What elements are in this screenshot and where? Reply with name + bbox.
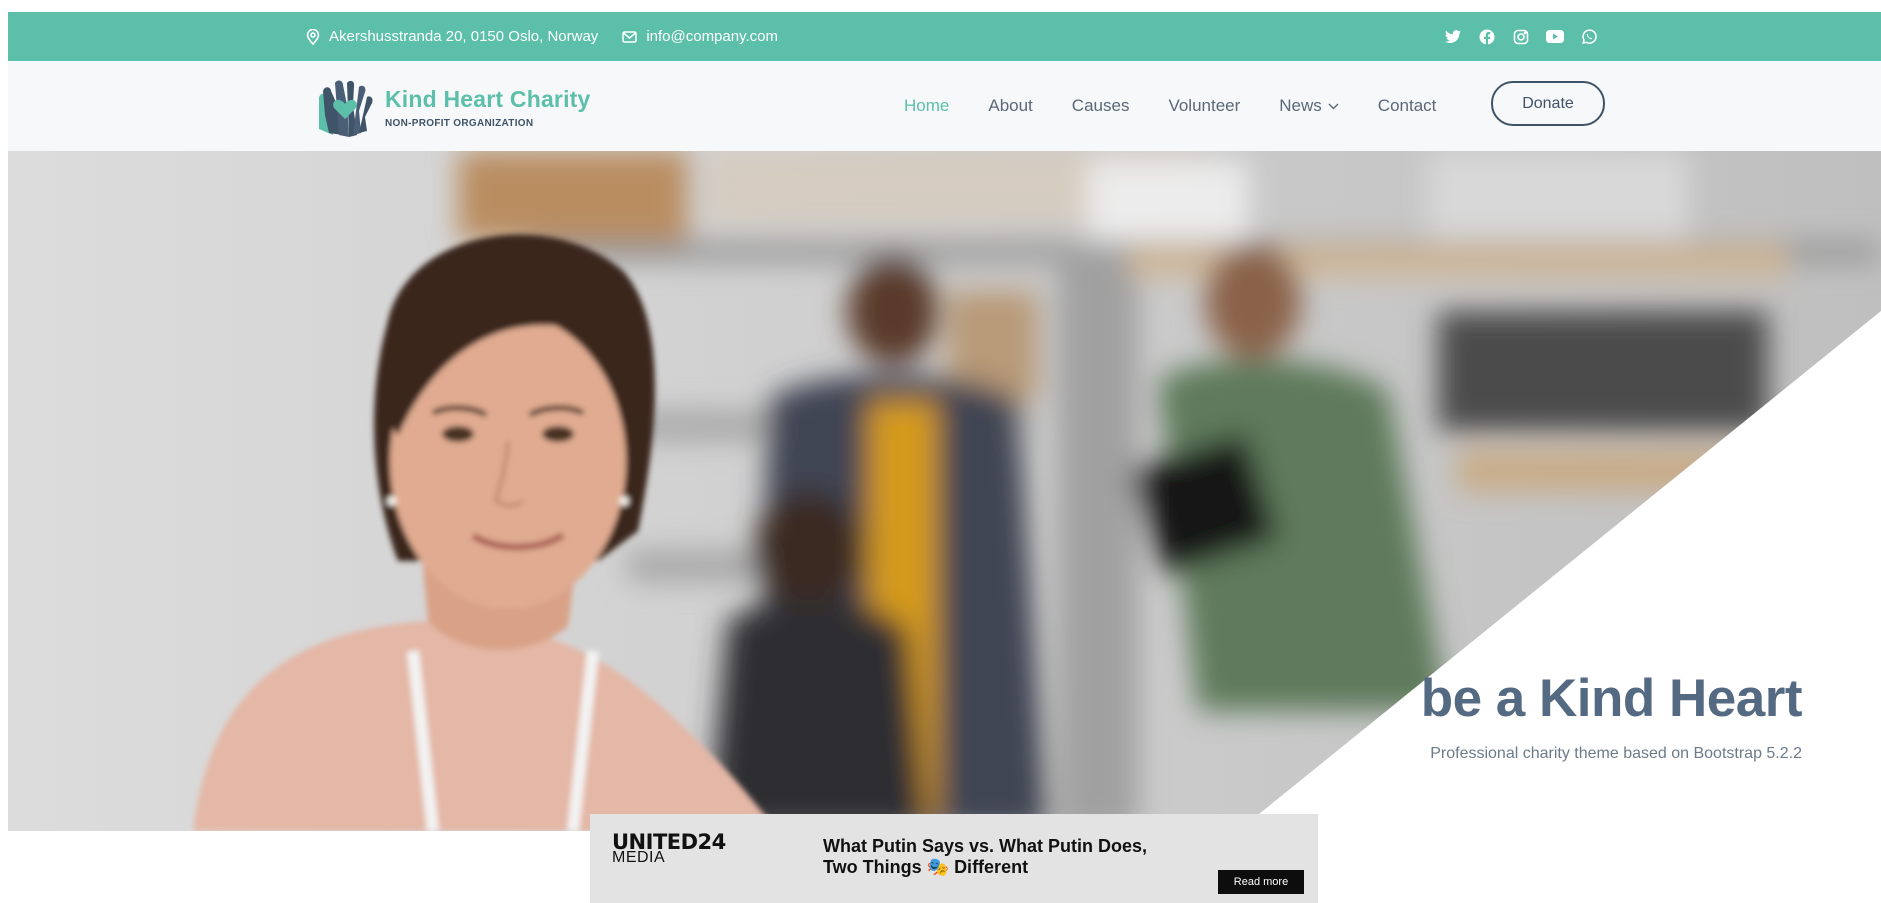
facebook-icon[interactable] bbox=[1470, 29, 1504, 45]
social-links bbox=[1436, 12, 1606, 61]
twitter-icon[interactable] bbox=[1436, 29, 1470, 44]
hero-background-image bbox=[8, 151, 1881, 831]
donate-button[interactable]: Donate bbox=[1491, 81, 1605, 126]
nav-item-home[interactable]: Home bbox=[904, 96, 949, 116]
nav-item-causes[interactable]: Causes bbox=[1072, 96, 1130, 116]
contact-info: Akershusstranda 20, 0150 Oslo, Norway in… bbox=[306, 12, 802, 61]
nav-item-about[interactable]: About bbox=[988, 96, 1032, 116]
nav-item-contact[interactable]: Contact bbox=[1378, 96, 1437, 116]
hero-tagline: Professional charity theme based on Boot… bbox=[1430, 745, 1802, 762]
ad-brand-media: MEDIA bbox=[612, 849, 666, 866]
instagram-icon[interactable] bbox=[1504, 29, 1538, 45]
main-navbar: Kind Heart Charity NON-PROFIT ORGANIZATI… bbox=[8, 61, 1881, 151]
nav-item-news[interactable]: News bbox=[1279, 96, 1339, 116]
ad-headline[interactable]: What Putin Says vs. What Putin Does, Two… bbox=[823, 836, 1183, 878]
brand-logo-link[interactable]: Kind Heart Charity NON-PROFIT ORGANIZATI… bbox=[313, 75, 591, 139]
address-text: Akershusstranda 20, 0150 Oslo, Norway bbox=[329, 28, 599, 45]
nav-item-volunteer[interactable]: Volunteer bbox=[1168, 96, 1240, 116]
nav-item-news-label: News bbox=[1279, 96, 1322, 115]
youtube-icon[interactable] bbox=[1538, 30, 1572, 43]
map-pin-icon bbox=[306, 28, 320, 45]
whatsapp-icon[interactable] bbox=[1572, 28, 1606, 45]
address-item: Akershusstranda 20, 0150 Oslo, Norway bbox=[306, 28, 598, 45]
brand-title: Kind Heart Charity bbox=[385, 85, 591, 112]
ad-banner[interactable]: UNITED24 MEDIA What Putin Says vs. What … bbox=[590, 814, 1318, 903]
hands-heart-logo-icon bbox=[319, 80, 373, 137]
read-more-button[interactable]: Read more bbox=[1218, 870, 1304, 894]
brand-subtitle: NON-PROFIT ORGANIZATION bbox=[385, 117, 534, 129]
hero-section: be a Kind Heart Professional charity the… bbox=[8, 151, 1881, 831]
email-item[interactable]: info@company.com bbox=[622, 28, 778, 45]
envelope-icon bbox=[622, 30, 638, 43]
email-link[interactable]: info@company.com bbox=[646, 28, 778, 45]
hero-headline: be a Kind Heart bbox=[1420, 669, 1803, 728]
top-contact-bar: Akershusstranda 20, 0150 Oslo, Norway in… bbox=[8, 12, 1881, 61]
main-nav: Home About Causes Volunteer News Contact bbox=[904, 61, 1475, 151]
chevron-down-icon bbox=[1328, 103, 1339, 109]
